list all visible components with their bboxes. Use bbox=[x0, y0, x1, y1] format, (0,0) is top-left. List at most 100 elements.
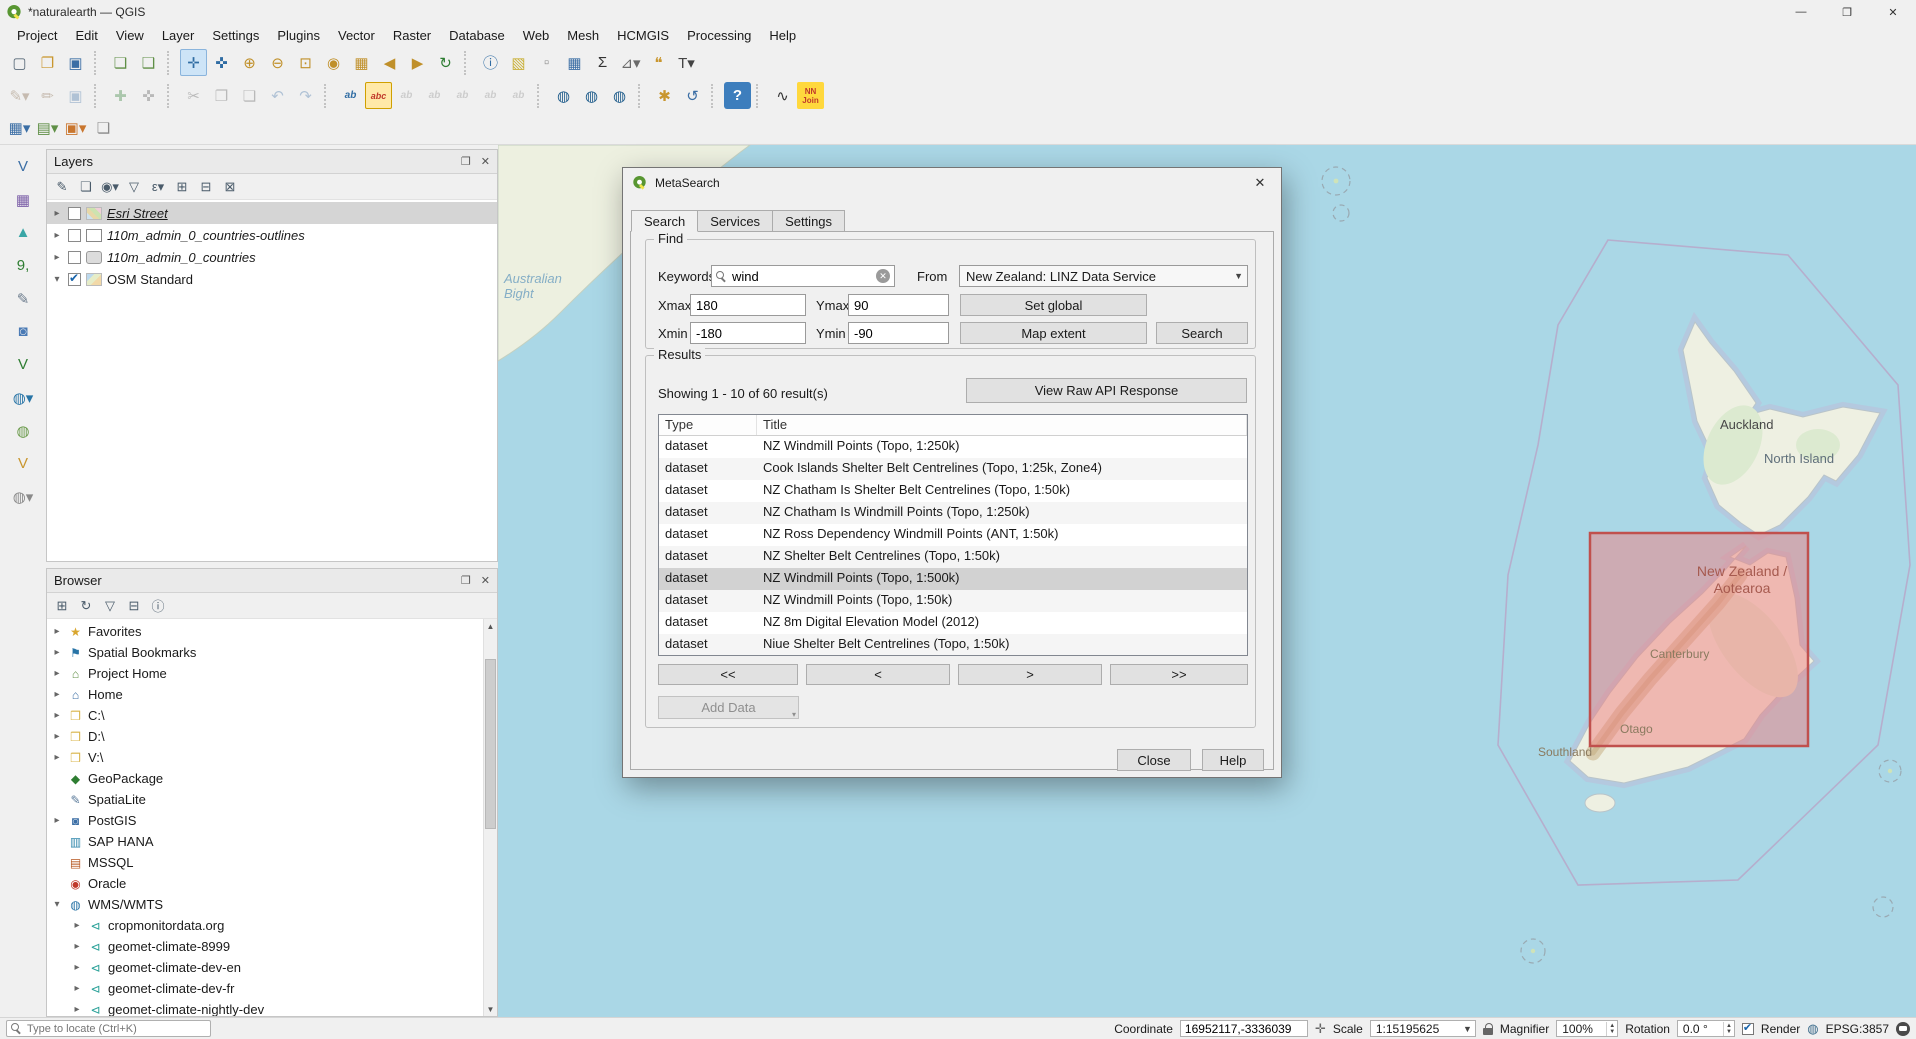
filter-legend-icon[interactable]: ▽ bbox=[123, 176, 145, 198]
add-data-button[interactable]: Add Data ▾ bbox=[658, 696, 799, 719]
layer-visibility-checkbox[interactable] bbox=[68, 251, 81, 264]
messages-icon[interactable] bbox=[1896, 1022, 1910, 1036]
result-row[interactable]: dataset NZ Shelter Belt Centrelines (Top… bbox=[659, 546, 1247, 568]
menu-item[interactable]: Project bbox=[8, 26, 66, 45]
coordinate-input[interactable] bbox=[1180, 1020, 1308, 1037]
tab-services[interactable]: Services bbox=[697, 210, 773, 232]
add-group-icon[interactable]: ❏ bbox=[75, 176, 97, 198]
browser-scrollbar[interactable]: ▲ ▼ bbox=[483, 619, 497, 1016]
result-row[interactable]: dataset Niue Shelter Belt Centrelines (T… bbox=[659, 634, 1247, 656]
browser-item-geomet-climate-nightly-dev[interactable]: ⊲ geomet-climate-nightly-dev bbox=[47, 999, 483, 1016]
new-print-layout-icon[interactable]: ❏ bbox=[107, 49, 134, 76]
add-postgis-layer-icon[interactable]: ◙ bbox=[10, 318, 37, 345]
scroll-up-icon[interactable]: ▲ bbox=[484, 619, 497, 633]
browser-item-geomet-climate-dev-fr[interactable]: ⊲ geomet-climate-dev-fr bbox=[47, 978, 483, 999]
browser-item-drive-v[interactable]: ❒ V:\ bbox=[47, 747, 483, 768]
menu-item[interactable]: Edit bbox=[66, 26, 106, 45]
add-selected-layers-icon[interactable]: ⊞ bbox=[51, 595, 73, 617]
pan-to-selection-icon[interactable]: ✜ bbox=[208, 49, 235, 76]
tab-settings[interactable]: Settings bbox=[772, 210, 845, 232]
new-project-icon[interactable]: ▢ bbox=[6, 49, 33, 76]
effects-icon[interactable]: ❏ bbox=[90, 115, 117, 142]
zoom-to-layer-icon[interactable]: ▦ bbox=[348, 49, 375, 76]
scroll-down-icon[interactable]: ▼ bbox=[484, 1002, 497, 1016]
close-panel-icon[interactable]: ✕ bbox=[481, 574, 490, 587]
scale-select[interactable]: 1:15195625 ▼ bbox=[1370, 1020, 1476, 1037]
save-edits-icon[interactable]: ▣ bbox=[62, 82, 89, 109]
menu-item[interactable]: Raster bbox=[384, 26, 440, 45]
result-row[interactable]: dataset NZ Windmill Points (Topo, 1:50k) bbox=[659, 590, 1247, 612]
result-row[interactable]: dataset Cook Islands Shelter Belt Centre… bbox=[659, 458, 1247, 480]
change-label-icon[interactable]: ab bbox=[505, 82, 532, 109]
browser-item-drive-c[interactable]: ❒ C:\ bbox=[47, 705, 483, 726]
spinner-arrows-icon[interactable]: ▲▼ bbox=[1723, 1022, 1734, 1036]
data-source-manager-icon[interactable]: V bbox=[10, 153, 37, 180]
dialog-close-icon[interactable]: ✕ bbox=[1239, 168, 1281, 198]
menu-item[interactable]: Vector bbox=[329, 26, 384, 45]
layer-item-esri-street[interactable]: Esri Street bbox=[47, 202, 497, 224]
plugin-reload-icon[interactable]: ✱ bbox=[651, 82, 678, 109]
expander-icon[interactable] bbox=[51, 731, 63, 742]
result-row[interactable]: dataset NZ Ross Dependency Windmill Poin… bbox=[659, 524, 1247, 546]
close-panel-icon[interactable]: ✕ bbox=[481, 155, 490, 168]
menu-item[interactable]: Plugins bbox=[268, 26, 329, 45]
page-prev-button[interactable]: < bbox=[806, 664, 950, 685]
vertex-tool-icon[interactable]: ✜ bbox=[135, 82, 162, 109]
page-next-button[interactable]: > bbox=[958, 664, 1102, 685]
help-button[interactable]: Help bbox=[1202, 749, 1264, 771]
layer-visibility-checkbox[interactable] bbox=[68, 207, 81, 220]
zoom-in-icon[interactable]: ⊕ bbox=[236, 49, 263, 76]
expander-icon[interactable] bbox=[51, 274, 63, 285]
from-select[interactable]: New Zealand: LINZ Data Service ▼ bbox=[959, 265, 1248, 287]
expander-icon[interactable] bbox=[51, 208, 63, 219]
menu-item[interactable]: View bbox=[107, 26, 153, 45]
float-panel-icon[interactable]: ❐ bbox=[461, 155, 471, 168]
collapse-browser-icon[interactable]: ⊟ bbox=[123, 595, 145, 617]
show-layout-manager-icon[interactable]: ❑ bbox=[135, 49, 162, 76]
restore-button[interactable]: ❐ bbox=[1824, 0, 1870, 24]
menu-item[interactable]: Processing bbox=[678, 26, 760, 45]
plugin-undo-icon[interactable]: ↺ bbox=[679, 82, 706, 109]
result-row[interactable]: dataset NZ Windmill Points (Topo, 1:500k… bbox=[659, 568, 1247, 590]
page-last-button[interactable]: >> bbox=[1110, 664, 1248, 685]
browser-item-postgis[interactable]: ◙ PostGIS bbox=[47, 810, 483, 831]
deselect-features-icon[interactable]: ▫ bbox=[533, 49, 560, 76]
browser-item-favorites[interactable]: ★ Favorites bbox=[47, 621, 483, 642]
add-raster-layer-icon[interactable]: ▦ bbox=[10, 186, 37, 213]
menu-item[interactable]: Layer bbox=[153, 26, 204, 45]
add-feature-icon[interactable]: ✚ bbox=[107, 82, 134, 109]
search-button[interactable]: Search bbox=[1156, 322, 1248, 344]
browser-item-drive-d[interactable]: ❒ D:\ bbox=[47, 726, 483, 747]
keywords-input[interactable] bbox=[732, 269, 871, 284]
collapse-all-icon[interactable]: ⊟ bbox=[195, 176, 217, 198]
manage-map-themes-icon[interactable]: ◉▾ bbox=[99, 176, 121, 198]
add-arcgis-layer-icon[interactable]: ◍▾ bbox=[10, 483, 37, 510]
spinner-arrows-icon[interactable]: ▲▼ bbox=[1606, 1022, 1617, 1036]
expander-icon[interactable] bbox=[71, 962, 83, 973]
move-label-icon[interactable]: ab bbox=[449, 82, 476, 109]
expander-icon[interactable] bbox=[51, 647, 63, 658]
open-project-icon[interactable]: ❐ bbox=[34, 49, 61, 76]
select-features-icon[interactable]: ▧ bbox=[505, 49, 532, 76]
highlight-labels-icon[interactable]: ab bbox=[421, 82, 448, 109]
cut-features-icon[interactable]: ✂ bbox=[180, 82, 207, 109]
zoom-out-icon[interactable]: ⊖ bbox=[264, 49, 291, 76]
globe-layers-icon[interactable]: ◍ bbox=[606, 82, 633, 109]
label-toolbar-active-icon[interactable]: abc bbox=[365, 82, 392, 109]
column-header-type[interactable]: Type bbox=[659, 415, 757, 435]
labeling-dropdown-icon[interactable]: ▤▾ bbox=[34, 115, 61, 142]
expander-icon[interactable] bbox=[51, 752, 63, 763]
rotation-spinner[interactable]: 0.0 ° ▲▼ bbox=[1677, 1020, 1735, 1037]
open-layer-styling-icon[interactable]: ✎ bbox=[51, 176, 73, 198]
results-table[interactable]: Type Title dataset NZ Windmill Points (T… bbox=[658, 414, 1248, 656]
expander-icon[interactable] bbox=[51, 899, 63, 910]
statistical-summary-icon[interactable]: Σ bbox=[589, 49, 616, 76]
diagram-dropdown-icon[interactable]: ▣▾ bbox=[62, 115, 89, 142]
zoom-last-icon[interactable]: ◀ bbox=[376, 49, 403, 76]
current-edits-icon[interactable]: ✎▾ bbox=[6, 82, 33, 109]
browser-item-project-home[interactable]: ⌂ Project Home bbox=[47, 663, 483, 684]
undo-icon[interactable]: ↶ bbox=[264, 82, 291, 109]
add-wcs-layer-icon[interactable]: ◍ bbox=[10, 417, 37, 444]
layer-styling-dropdown-icon[interactable]: ▦▾ bbox=[6, 115, 33, 142]
expander-icon[interactable] bbox=[51, 689, 63, 700]
